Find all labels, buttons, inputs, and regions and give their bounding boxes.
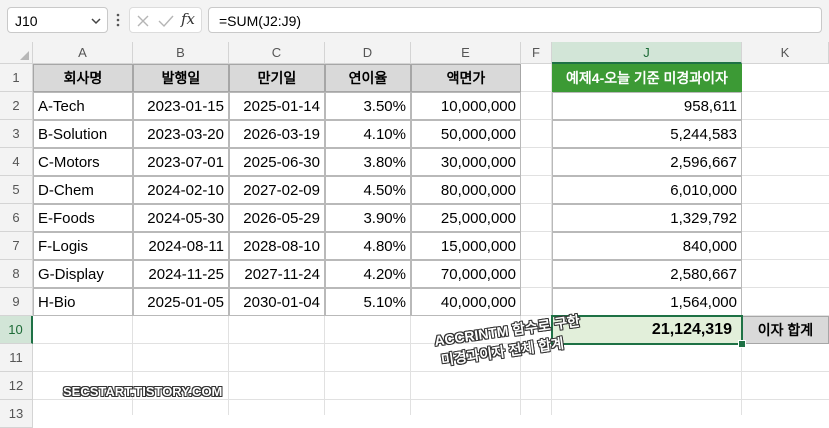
table-cell[interactable]: 30,000,000: [411, 148, 521, 176]
table-cell[interactable]: 4.80%: [325, 232, 411, 260]
name-box-value: J10: [15, 13, 38, 29]
row-header-9[interactable]: 9: [0, 288, 33, 316]
insert-function-icon[interactable]: fx: [181, 10, 195, 28]
total-label-cell[interactable]: 이자 합계: [742, 316, 829, 344]
column-header-k[interactable]: K: [742, 42, 829, 64]
table-cell[interactable]: 3.80%: [325, 148, 411, 176]
spreadsheet-grid: ABCDEFJK 1 2 3 4 5 6 7 8 9 10 11 12 13 회사명 발행일 만기일 연이율 액…: [0, 42, 829, 428]
table-cell[interactable]: C-Motors: [33, 148, 133, 176]
table-cell[interactable]: 2026-05-29: [229, 204, 325, 232]
table-cell[interactable]: 2024-05-30: [133, 204, 229, 232]
table-cell[interactable]: 2024-08-11: [133, 232, 229, 260]
formula-input[interactable]: =SUM(J2:J9): [208, 7, 822, 33]
row-header-7[interactable]: 7: [0, 232, 33, 260]
row-header-11[interactable]: 11: [0, 344, 33, 372]
table-cell[interactable]: 2030-01-04: [229, 288, 325, 316]
formula-text: =SUM(J2:J9): [219, 13, 302, 29]
column-header-d[interactable]: D: [325, 42, 411, 64]
table-cell[interactable]: H-Bio: [33, 288, 133, 316]
table-header-a[interactable]: 회사명: [33, 64, 133, 92]
fill-handle[interactable]: [738, 340, 746, 348]
formula-buttons: fx: [129, 7, 202, 33]
cancel-icon[interactable]: [136, 14, 150, 28]
table-cell[interactable]: G-Display: [33, 260, 133, 288]
select-all-triangle-icon: [20, 51, 29, 60]
result-cell[interactable]: 2,596,667: [552, 148, 742, 176]
table-cell[interactable]: 4.10%: [325, 120, 411, 148]
chevron-down-icon[interactable]: [90, 15, 102, 27]
table-cell[interactable]: E-Foods: [33, 204, 133, 232]
table-cell[interactable]: F-Logis: [33, 232, 133, 260]
table-cell[interactable]: 3.50%: [325, 92, 411, 120]
column-header-b[interactable]: B: [133, 42, 229, 64]
table-cell[interactable]: 2024-02-10: [133, 176, 229, 204]
column-header-a[interactable]: A: [33, 42, 133, 64]
row-header-5[interactable]: 5: [0, 176, 33, 204]
table-cell[interactable]: 2023-01-15: [133, 92, 229, 120]
column-header-c[interactable]: C: [229, 42, 325, 64]
table-cell[interactable]: 40,000,000: [411, 288, 521, 316]
row-header-2[interactable]: 2: [0, 92, 33, 120]
table-cell[interactable]: 70,000,000: [411, 260, 521, 288]
row-header-13[interactable]: 13: [0, 400, 33, 428]
result-cell[interactable]: 958,611: [552, 92, 742, 120]
table-cell[interactable]: A-Tech: [33, 92, 133, 120]
table-cell[interactable]: B-Solution: [33, 120, 133, 148]
table-cell[interactable]: 4.20%: [325, 260, 411, 288]
table-cell[interactable]: 25,000,000: [411, 204, 521, 232]
watermark: SECSTART.TISTORY.COM: [63, 384, 223, 399]
table-cell[interactable]: 4.50%: [325, 176, 411, 204]
table-cell[interactable]: 80,000,000: [411, 176, 521, 204]
table-cell[interactable]: 2026-03-19: [229, 120, 325, 148]
table-cell[interactable]: 50,000,000: [411, 120, 521, 148]
result-cell[interactable]: 840,000: [552, 232, 742, 260]
table-cell[interactable]: 2023-03-20: [133, 120, 229, 148]
row-header-12[interactable]: 12: [0, 372, 33, 400]
table-cell[interactable]: 2023-07-01: [133, 148, 229, 176]
row-header-3[interactable]: 3: [0, 120, 33, 148]
enter-check-icon[interactable]: [158, 14, 174, 28]
table-cell[interactable]: 2025-01-05: [133, 288, 229, 316]
table-header-c[interactable]: 만기일: [229, 64, 325, 92]
row-header-8[interactable]: 8: [0, 260, 33, 288]
result-cell[interactable]: 2,580,667: [552, 260, 742, 288]
table-cell[interactable]: 2027-02-09: [229, 176, 325, 204]
name-box[interactable]: J10: [7, 7, 108, 33]
row-header-6[interactable]: 6: [0, 204, 33, 232]
cell-area[interactable]: 회사명 발행일 만기일 연이율 액면가 A-Tech 2023-01-15 2025-01-1…: [33, 64, 829, 415]
table-cell[interactable]: 2025-06-30: [229, 148, 325, 176]
formula-bar: J10 fx =SUM(J2:J9): [0, 0, 829, 42]
row-header-10[interactable]: 10: [0, 316, 33, 344]
result-cell[interactable]: 1,564,000: [552, 288, 742, 316]
table-header-d[interactable]: 연이율: [325, 64, 411, 92]
table-cell[interactable]: 2024-11-25: [133, 260, 229, 288]
table-cell[interactable]: 15,000,000: [411, 232, 521, 260]
row-header-1[interactable]: 1: [0, 64, 33, 92]
result-cell[interactable]: 5,244,583: [552, 120, 742, 148]
table-cell[interactable]: 10,000,000: [411, 92, 521, 120]
table-cell[interactable]: 5.10%: [325, 288, 411, 316]
table-cell[interactable]: 2025-01-14: [229, 92, 325, 120]
table-cell[interactable]: D-Chem: [33, 176, 133, 204]
result-header[interactable]: 예제4-오늘 기준 미경과이자: [552, 64, 742, 92]
result-cell[interactable]: 1,329,792: [552, 204, 742, 232]
table-cell[interactable]: 2027-11-24: [229, 260, 325, 288]
row-header-4[interactable]: 4: [0, 148, 33, 176]
column-header-j[interactable]: J: [552, 42, 742, 64]
result-cell[interactable]: 6,010,000: [552, 176, 742, 204]
table-header-b[interactable]: 발행일: [133, 64, 229, 92]
column-header-e[interactable]: E: [411, 42, 521, 64]
more-options-icon[interactable]: [116, 13, 120, 27]
select-all-button[interactable]: [0, 42, 33, 64]
column-header-f[interactable]: F: [521, 42, 552, 64]
table-cell[interactable]: 3.90%: [325, 204, 411, 232]
table-cell[interactable]: 2028-08-10: [229, 232, 325, 260]
table-header-e[interactable]: 액면가: [411, 64, 521, 92]
